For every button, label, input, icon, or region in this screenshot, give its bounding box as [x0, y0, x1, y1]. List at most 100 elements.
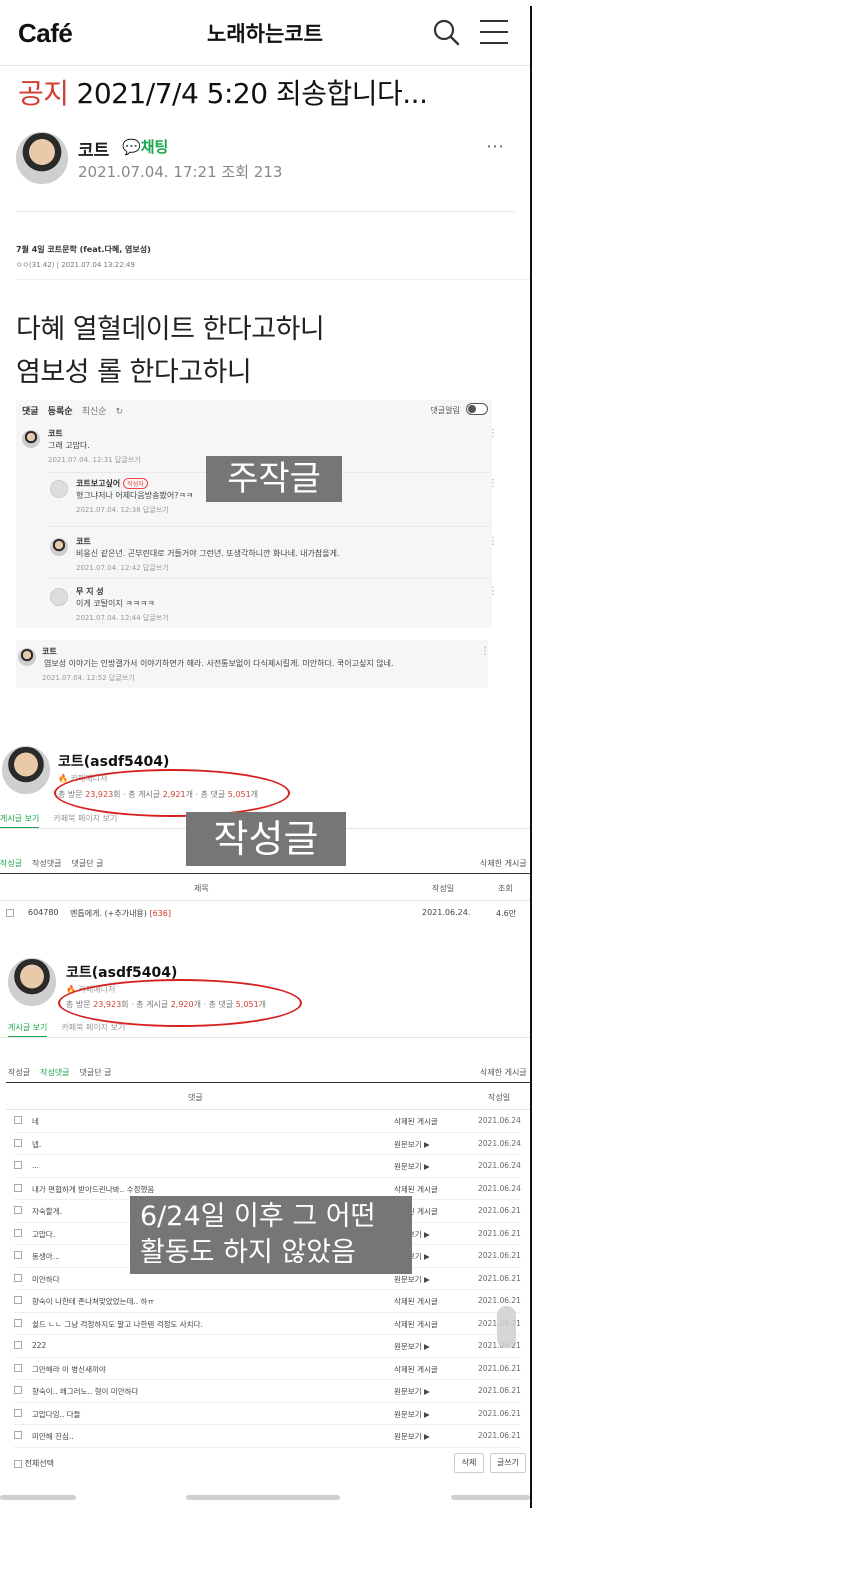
comment-text[interactable]: 고맙다. [32, 1229, 55, 1240]
post-title-link[interactable]: 멘톱에게. (+추가내용) [636] [70, 908, 171, 919]
row-checkbox[interactable] [14, 1138, 22, 1147]
comment-author: 코트 [42, 647, 57, 656]
comment-status[interactable]: 원문보기 ▶ [394, 1274, 430, 1285]
comment-row[interactable]: 네 삭제된 게시글 2021.06.24 [14, 1110, 521, 1133]
row-checkbox[interactable] [14, 1431, 22, 1439]
row-checkbox[interactable] [14, 1273, 22, 1282]
comment-alarm-toggle[interactable] [466, 403, 488, 415]
tab-posts[interactable]: 게시글 보기 [0, 814, 40, 829]
comment-more-icon[interactable]: ⋮ [480, 646, 490, 657]
author-avatar[interactable] [16, 132, 68, 184]
comment-text[interactable]: 향숙이.. 왜그러노.. 형이 미안하다 [32, 1386, 138, 1397]
comment-row[interactable]: 미안해 진심.. 원문보기 ▶ 2021.06.21 [14, 1425, 521, 1448]
comment-meta: 2021.07.04. 12:42 답글쓰기 [76, 564, 169, 572]
comment-status[interactable]: 원문보기 ▶ [394, 1161, 430, 1172]
sort-by-date[interactable]: 등록순 [48, 407, 73, 417]
comment-text: 그래 고맙다. [48, 441, 90, 450]
app-header: Café 노래하는코트 [0, 0, 530, 66]
comment-more-icon[interactable]: ⋮ [488, 536, 498, 547]
comment-status[interactable]: 원문보기 ▶ [394, 1386, 430, 1397]
select-all[interactable]: 전체선택 [14, 1458, 54, 1469]
delete-button[interactable]: 삭제 [454, 1453, 484, 1473]
row-checkbox[interactable] [14, 1386, 22, 1394]
scroll-handle[interactable] [497, 1306, 516, 1348]
comment-more-icon[interactable]: ⋮ [488, 586, 498, 597]
comment-text[interactable]: 쉴드 ㄴㄴ 그냥 걱정하지도 말고 나한텐 걱정도 사치다. [32, 1319, 203, 1330]
comment-row[interactable]: 222원문보기 ▶2021.06.21 [14, 1335, 521, 1358]
table-row[interactable]: 604780 멘톱에게. (+추가내용) [636] 2021.06.24. 4… [6, 908, 526, 922]
comment-text[interactable]: 네 [32, 1116, 39, 1127]
tab-posts[interactable]: 게시글 보기 [8, 1023, 48, 1038]
comment-more-icon[interactable]: ⋮ [488, 428, 498, 439]
comment-text[interactable]: 222 [32, 1341, 46, 1350]
comment-status[interactable]: 삭제된 게시글 [394, 1296, 438, 1307]
comment-text[interactable]: 내가 편협하게 받아드린나봐.. 수정했음 [32, 1184, 154, 1195]
divider [46, 578, 490, 579]
overlay-written-posts: 작성글 [186, 812, 346, 866]
subtab-comments[interactable]: 작성댓글 [32, 859, 61, 868]
comment-text[interactable]: 향숙이 나한테 존나쳐맞았었는데.. 하ㅠ [32, 1296, 154, 1307]
comment-text[interactable]: 넵. [32, 1139, 41, 1150]
comment-avatar [18, 648, 36, 666]
row-checkbox[interactable] [14, 1251, 22, 1259]
deleted-posts-link[interactable]: 삭제한 게시글 [480, 858, 527, 869]
comment-text[interactable]: 그만해라 이 병신새끼야 [32, 1364, 106, 1375]
notice-label: 공지 [18, 77, 69, 110]
refresh-icon[interactable]: ↻ [116, 407, 124, 417]
search-icon[interactable] [432, 18, 460, 46]
comment-text[interactable]: 자숙할게. [32, 1206, 62, 1217]
comment-more-icon[interactable]: ⋮ [488, 478, 498, 489]
row-checkbox[interactable] [14, 1183, 22, 1192]
deleted-posts-link[interactable]: 삭제한 게시글 [480, 1067, 527, 1078]
comment-row[interactable]: 고맙다잉.. 다들 원문보기 ▶ 2021.06.21 [14, 1403, 521, 1425]
comment-date: 2021.06.24 [478, 1183, 521, 1193]
comment-row[interactable]: ... 원문보기 ▶ 2021.06.24 [14, 1155, 521, 1178]
row-checkbox[interactable] [14, 1341, 22, 1349]
row-checkbox[interactable] [14, 1116, 22, 1124]
comment-text: 염보성 이야기는 인방갤가서 이야기하면가 해라. 사전통보없이 다식제시킬게.… [44, 659, 394, 668]
comment-row[interactable]: 향숙이.. 왜그러노.. 형이 미안하다 원문보기 ▶ 2021.06.21 [14, 1380, 521, 1403]
subtab-posts[interactable]: 작성글 [0, 859, 22, 868]
comment-text[interactable]: 미안하다 [32, 1274, 60, 1285]
comments-screenshot-2: 코트 염보성 이야기는 인방갤가서 이야기하면가 해라. 사전통보없이 다식제시… [16, 640, 490, 688]
chat-button[interactable]: 💬채팅 [122, 136, 168, 157]
row-checkbox[interactable] [14, 1318, 22, 1327]
profile-name: 코트(asdf5404) [58, 754, 170, 770]
comment-status[interactable]: 삭제된 게시글 [394, 1116, 438, 1127]
row-checkbox[interactable] [14, 1206, 22, 1214]
subtab-commented[interactable]: 댓글단 글 [80, 1068, 112, 1077]
hamburger-menu-icon[interactable] [480, 20, 508, 46]
sort-by-latest[interactable]: 최신순 [82, 407, 107, 417]
comment-text[interactable]: 미안해 진심.. [32, 1431, 74, 1442]
comment-status[interactable]: 원문보기 ▶ [394, 1341, 430, 1352]
comment-status[interactable]: 원문보기 ▶ [394, 1431, 430, 1442]
comment-status[interactable]: 원문보기 ▶ [394, 1139, 430, 1150]
subtab-posts[interactable]: 작성글 [8, 1068, 30, 1077]
author-name[interactable]: 코트 [78, 136, 109, 161]
comment-text[interactable]: ... [32, 1161, 39, 1170]
comment-status[interactable]: 삭제된 게시글 [394, 1184, 438, 1195]
select-all-checkbox[interactable] [14, 1459, 22, 1468]
tab-cafebook[interactable]: 카페북 페이지 보기 [61, 1023, 125, 1032]
row-checkbox[interactable] [14, 1161, 22, 1169]
row-checkbox[interactable] [6, 908, 14, 917]
subtab-commented[interactable]: 댓글단 글 [72, 859, 104, 868]
comment-row[interactable]: 넵. 원문보기 ▶ 2021.06.24 [14, 1133, 521, 1155]
comment-row[interactable]: 쉴드 ㄴㄴ 그냥 걱정하지도 말고 나한텐 걱정도 사치다.삭제된 게시글202… [14, 1313, 521, 1335]
comment-row[interactable]: 그만해라 이 병신새끼야 삭제된 게시글 2021.06.21 [14, 1358, 521, 1380]
comment-status[interactable]: 원문보기 ▶ [394, 1409, 430, 1420]
row-checkbox[interactable] [14, 1296, 22, 1304]
profile-tabs: 게시글 보기 카페북 페이지 보기 [8, 1022, 125, 1038]
row-checkbox[interactable] [14, 1363, 22, 1372]
row-checkbox[interactable] [14, 1408, 22, 1417]
subtab-comments[interactable]: 작성댓글 [40, 1068, 69, 1077]
write-button[interactable]: 글쓰기 [490, 1453, 526, 1473]
comment-status[interactable]: 삭제된 게시글 [394, 1319, 438, 1330]
comment-row[interactable]: 향숙이 나한테 존나쳐맞았었는데.. 하ㅠ 삭제된 게시글 2021.06.21 [14, 1290, 521, 1313]
comment-status[interactable]: 삭제된 게시글 [394, 1364, 438, 1375]
comment-text[interactable]: 고맙다잉.. 다들 [32, 1409, 81, 1420]
more-options-icon[interactable]: ⋯ [486, 136, 505, 157]
tab-cafebook[interactable]: 카페북 페이지 보기 [53, 814, 117, 823]
row-checkbox[interactable] [14, 1228, 22, 1237]
comment-text[interactable]: 동생아... [32, 1251, 60, 1262]
